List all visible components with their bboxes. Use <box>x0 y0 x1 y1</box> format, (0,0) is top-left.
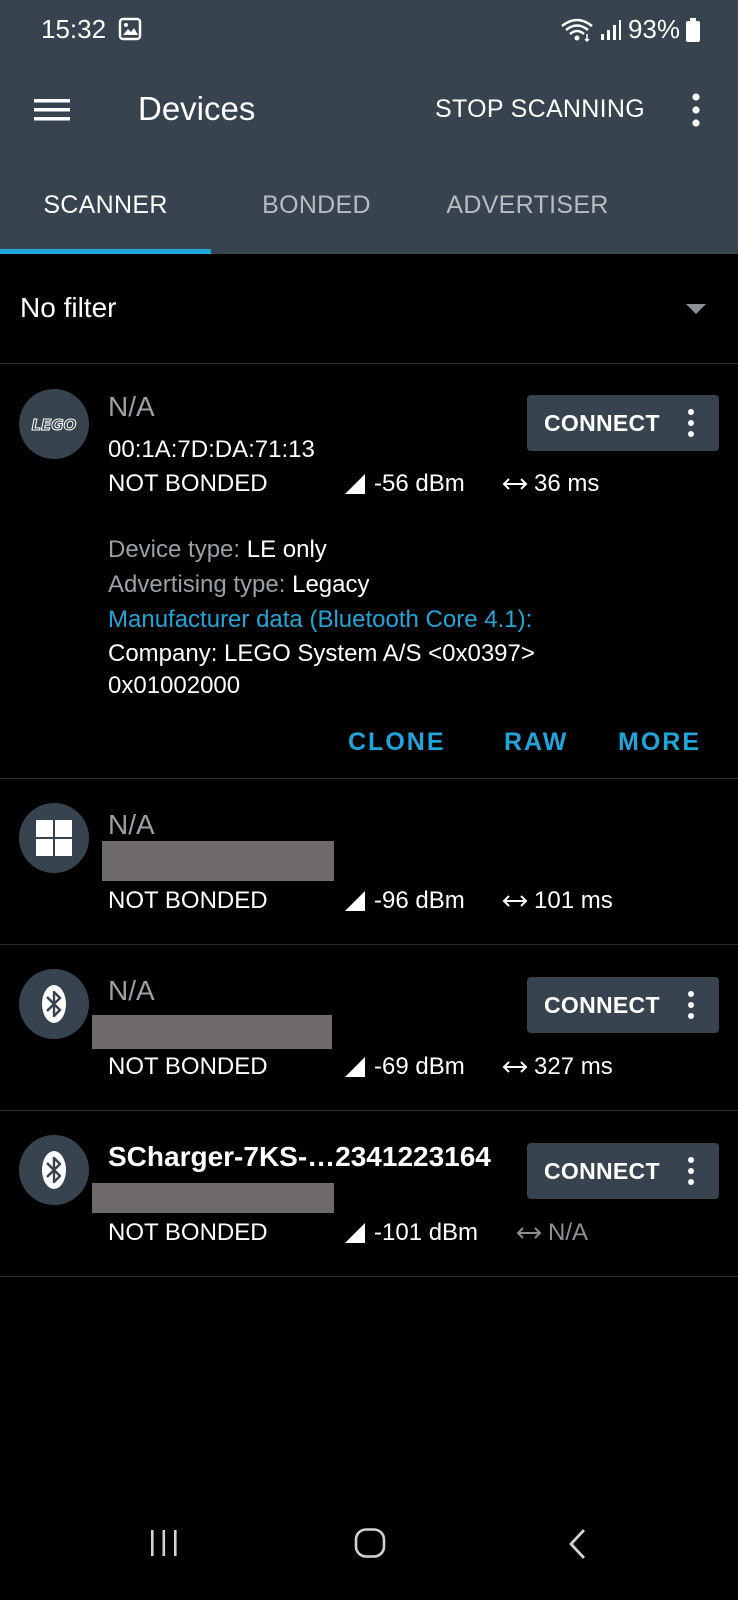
device-status-row: NOT BONDED -101 dBm N/A <box>108 1219 728 1249</box>
interval-arrows-icon <box>502 1061 528 1073</box>
bluetooth-icon <box>19 1135 89 1205</box>
tab-advertiser[interactable]: ADVERTISER <box>422 172 633 254</box>
rssi: -69 dBm <box>344 1053 465 1081</box>
page-title: Devices <box>138 90 256 127</box>
battery-icon <box>686 17 700 42</box>
raw-button[interactable]: RAW <box>504 728 568 757</box>
status-time: 15:32 <box>41 14 107 44</box>
redacted-address <box>92 1183 334 1213</box>
more-button[interactable]: MORE <box>618 728 701 757</box>
signal-strength-icon <box>345 891 365 911</box>
more-vert-icon[interactable] <box>681 407 701 439</box>
svg-text:LEGO: LEGO <box>32 416 77 434</box>
connect-button[interactable]: CONNECT <box>527 1143 719 1199</box>
device-type-label: Device type: <box>108 536 241 563</box>
more-vert-icon[interactable] <box>681 1155 701 1187</box>
app-header: 15:32 93% Devices STOP SCANNING SCANNER … <box>0 0 738 254</box>
interval-arrows-icon <box>502 478 528 490</box>
connect-button[interactable]: CONNECT <box>527 395 719 451</box>
connect-label: CONNECT <box>544 992 660 1018</box>
device-item[interactable]: SCharger-7KS-…2341223164 NOT BONDED -101… <box>0 1111 738 1277</box>
home-icon[interactable] <box>354 1528 386 1558</box>
device-status-row: NOT BONDED -69 dBm 327 ms <box>108 1053 728 1083</box>
rssi-value: -56 dBm <box>374 470 465 497</box>
dropdown-arrow-icon <box>686 304 706 314</box>
lego-logo-icon: LEGO <box>19 389 89 459</box>
bond-status: NOT BONDED <box>108 1053 268 1080</box>
device-name: SCharger-7KS-…2341223164 <box>108 1141 491 1172</box>
rssi: -56 dBm <box>344 470 465 498</box>
rssi-value: -101 dBm <box>374 1219 479 1246</box>
bluetooth-icon <box>19 969 89 1039</box>
interval-value: N/A <box>548 1219 589 1246</box>
connect-button[interactable]: CONNECT <box>527 977 719 1033</box>
signal-strength-icon <box>345 1057 365 1077</box>
manufacturer-data-value: 0x01002000 <box>108 672 241 699</box>
device-address: 00:1A:7D:DA:71:13 <box>108 436 315 463</box>
tab-bonded[interactable]: BONDED <box>211 172 422 254</box>
clone-button[interactable]: CLONE <box>348 728 446 757</box>
battery-percent: 93% <box>627 14 680 44</box>
device-name: N/A <box>108 809 155 840</box>
rssi-value: -69 dBm <box>374 1053 465 1080</box>
interval: 101 ms <box>502 887 613 915</box>
connect-label: CONNECT <box>544 410 660 436</box>
advertising-type: Advertising type: Legacy <box>108 571 369 599</box>
wifi-icon <box>561 18 593 42</box>
app-bar: Devices STOP SCANNING <box>0 62 738 158</box>
interval-value: 36 ms <box>534 470 600 497</box>
connect-label: CONNECT <box>544 1158 660 1184</box>
filter-dropdown[interactable]: No filter <box>0 254 738 364</box>
device-type: Device type: LE only <box>108 536 327 564</box>
signal-icon <box>600 19 621 40</box>
back-icon[interactable] <box>566 1528 590 1560</box>
device-status-row: NOT BONDED -56 dBm 36 ms <box>108 470 728 500</box>
device-item[interactable]: N/A NOT BONDED -96 dBm 101 ms <box>0 779 738 945</box>
tab-scanner[interactable]: SCANNER <box>0 172 211 254</box>
windows-icon <box>19 803 89 873</box>
redacted-address <box>102 841 334 881</box>
signal-strength-icon <box>345 474 365 494</box>
device-item[interactable]: N/A NOT BONDED -69 dBm 327 ms CONNECT <box>0 945 738 1111</box>
filter-label: No filter <box>20 292 117 323</box>
status-bar: 15:32 93% <box>0 0 738 62</box>
bond-status: NOT BONDED <box>108 887 268 914</box>
rssi-value: -96 dBm <box>374 887 465 914</box>
advertising-type-value: Legacy <box>292 571 370 598</box>
bond-status: NOT BONDED <box>108 470 268 497</box>
rssi: -96 dBm <box>344 887 465 915</box>
bond-status: NOT BONDED <box>108 1219 268 1246</box>
interval-value: 327 ms <box>534 1053 613 1080</box>
interval: N/A <box>516 1219 588 1247</box>
device-item[interactable]: LEGO N/A 00:1A:7D:DA:71:13 NOT BONDED -5… <box>0 364 738 779</box>
advertising-type-label: Advertising type: <box>108 571 286 598</box>
interval: 36 ms <box>502 470 599 498</box>
interval: 327 ms <box>502 1053 613 1081</box>
menu-icon[interactable] <box>32 92 72 128</box>
interval-value: 101 ms <box>534 887 613 914</box>
tab-bar: SCANNER BONDED ADVERTISER <box>0 172 738 254</box>
device-name: N/A <box>108 975 155 1006</box>
manufacturer-data-title: Manufacturer data (Bluetooth Core 4.1): <box>108 606 533 633</box>
more-vert-icon[interactable] <box>681 989 701 1021</box>
interval-arrows-icon <box>502 895 528 907</box>
more-options-icon[interactable] <box>682 90 710 130</box>
rssi: -101 dBm <box>344 1219 478 1247</box>
company-info: Company: LEGO System A/S <0x0397> <box>108 640 535 667</box>
stop-scanning-button[interactable]: STOP SCANNING <box>435 95 645 124</box>
recent-apps-icon[interactable] <box>148 1528 180 1558</box>
device-name: N/A <box>108 391 155 422</box>
image-icon <box>118 17 142 41</box>
signal-strength-icon <box>345 1223 365 1243</box>
interval-arrows-icon <box>516 1227 542 1239</box>
device-type-value: LE only <box>246 536 327 563</box>
status-right: 93% <box>560 14 700 45</box>
device-status-row: NOT BONDED -96 dBm 101 ms <box>108 887 728 917</box>
system-nav-bar <box>0 1500 738 1600</box>
redacted-address <box>92 1015 332 1049</box>
